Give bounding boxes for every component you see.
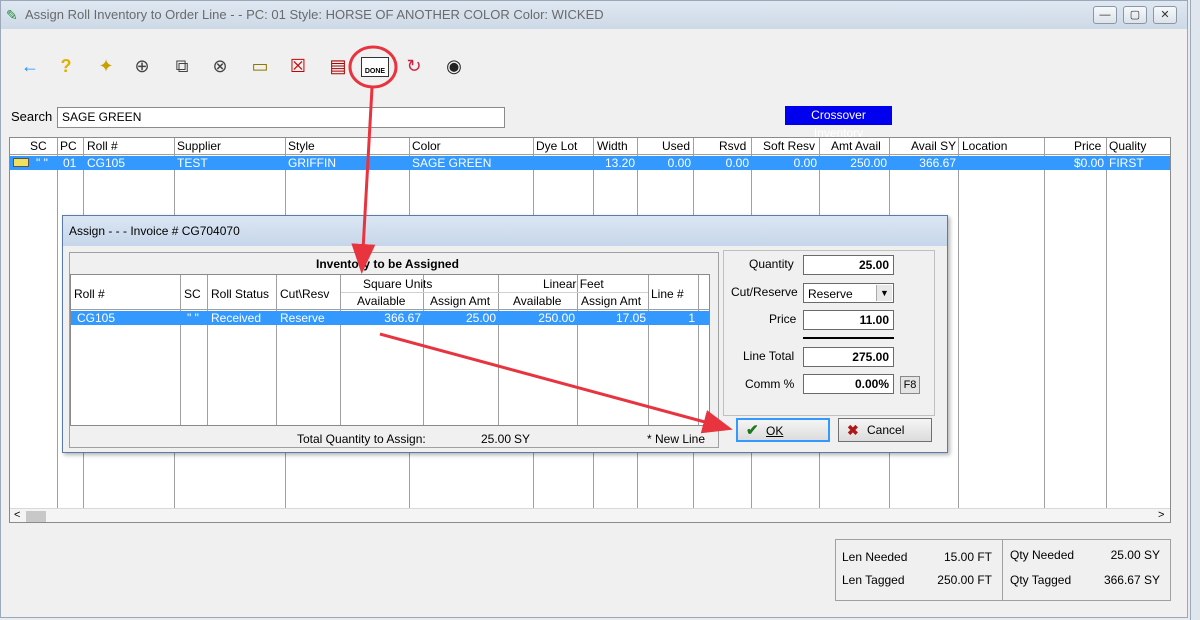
highlight-circle: [348, 45, 398, 89]
annotation-arrow: [379, 332, 733, 434]
annotation-arrow: [351, 87, 376, 274]
annotation-overlay: [348, 45, 733, 434]
